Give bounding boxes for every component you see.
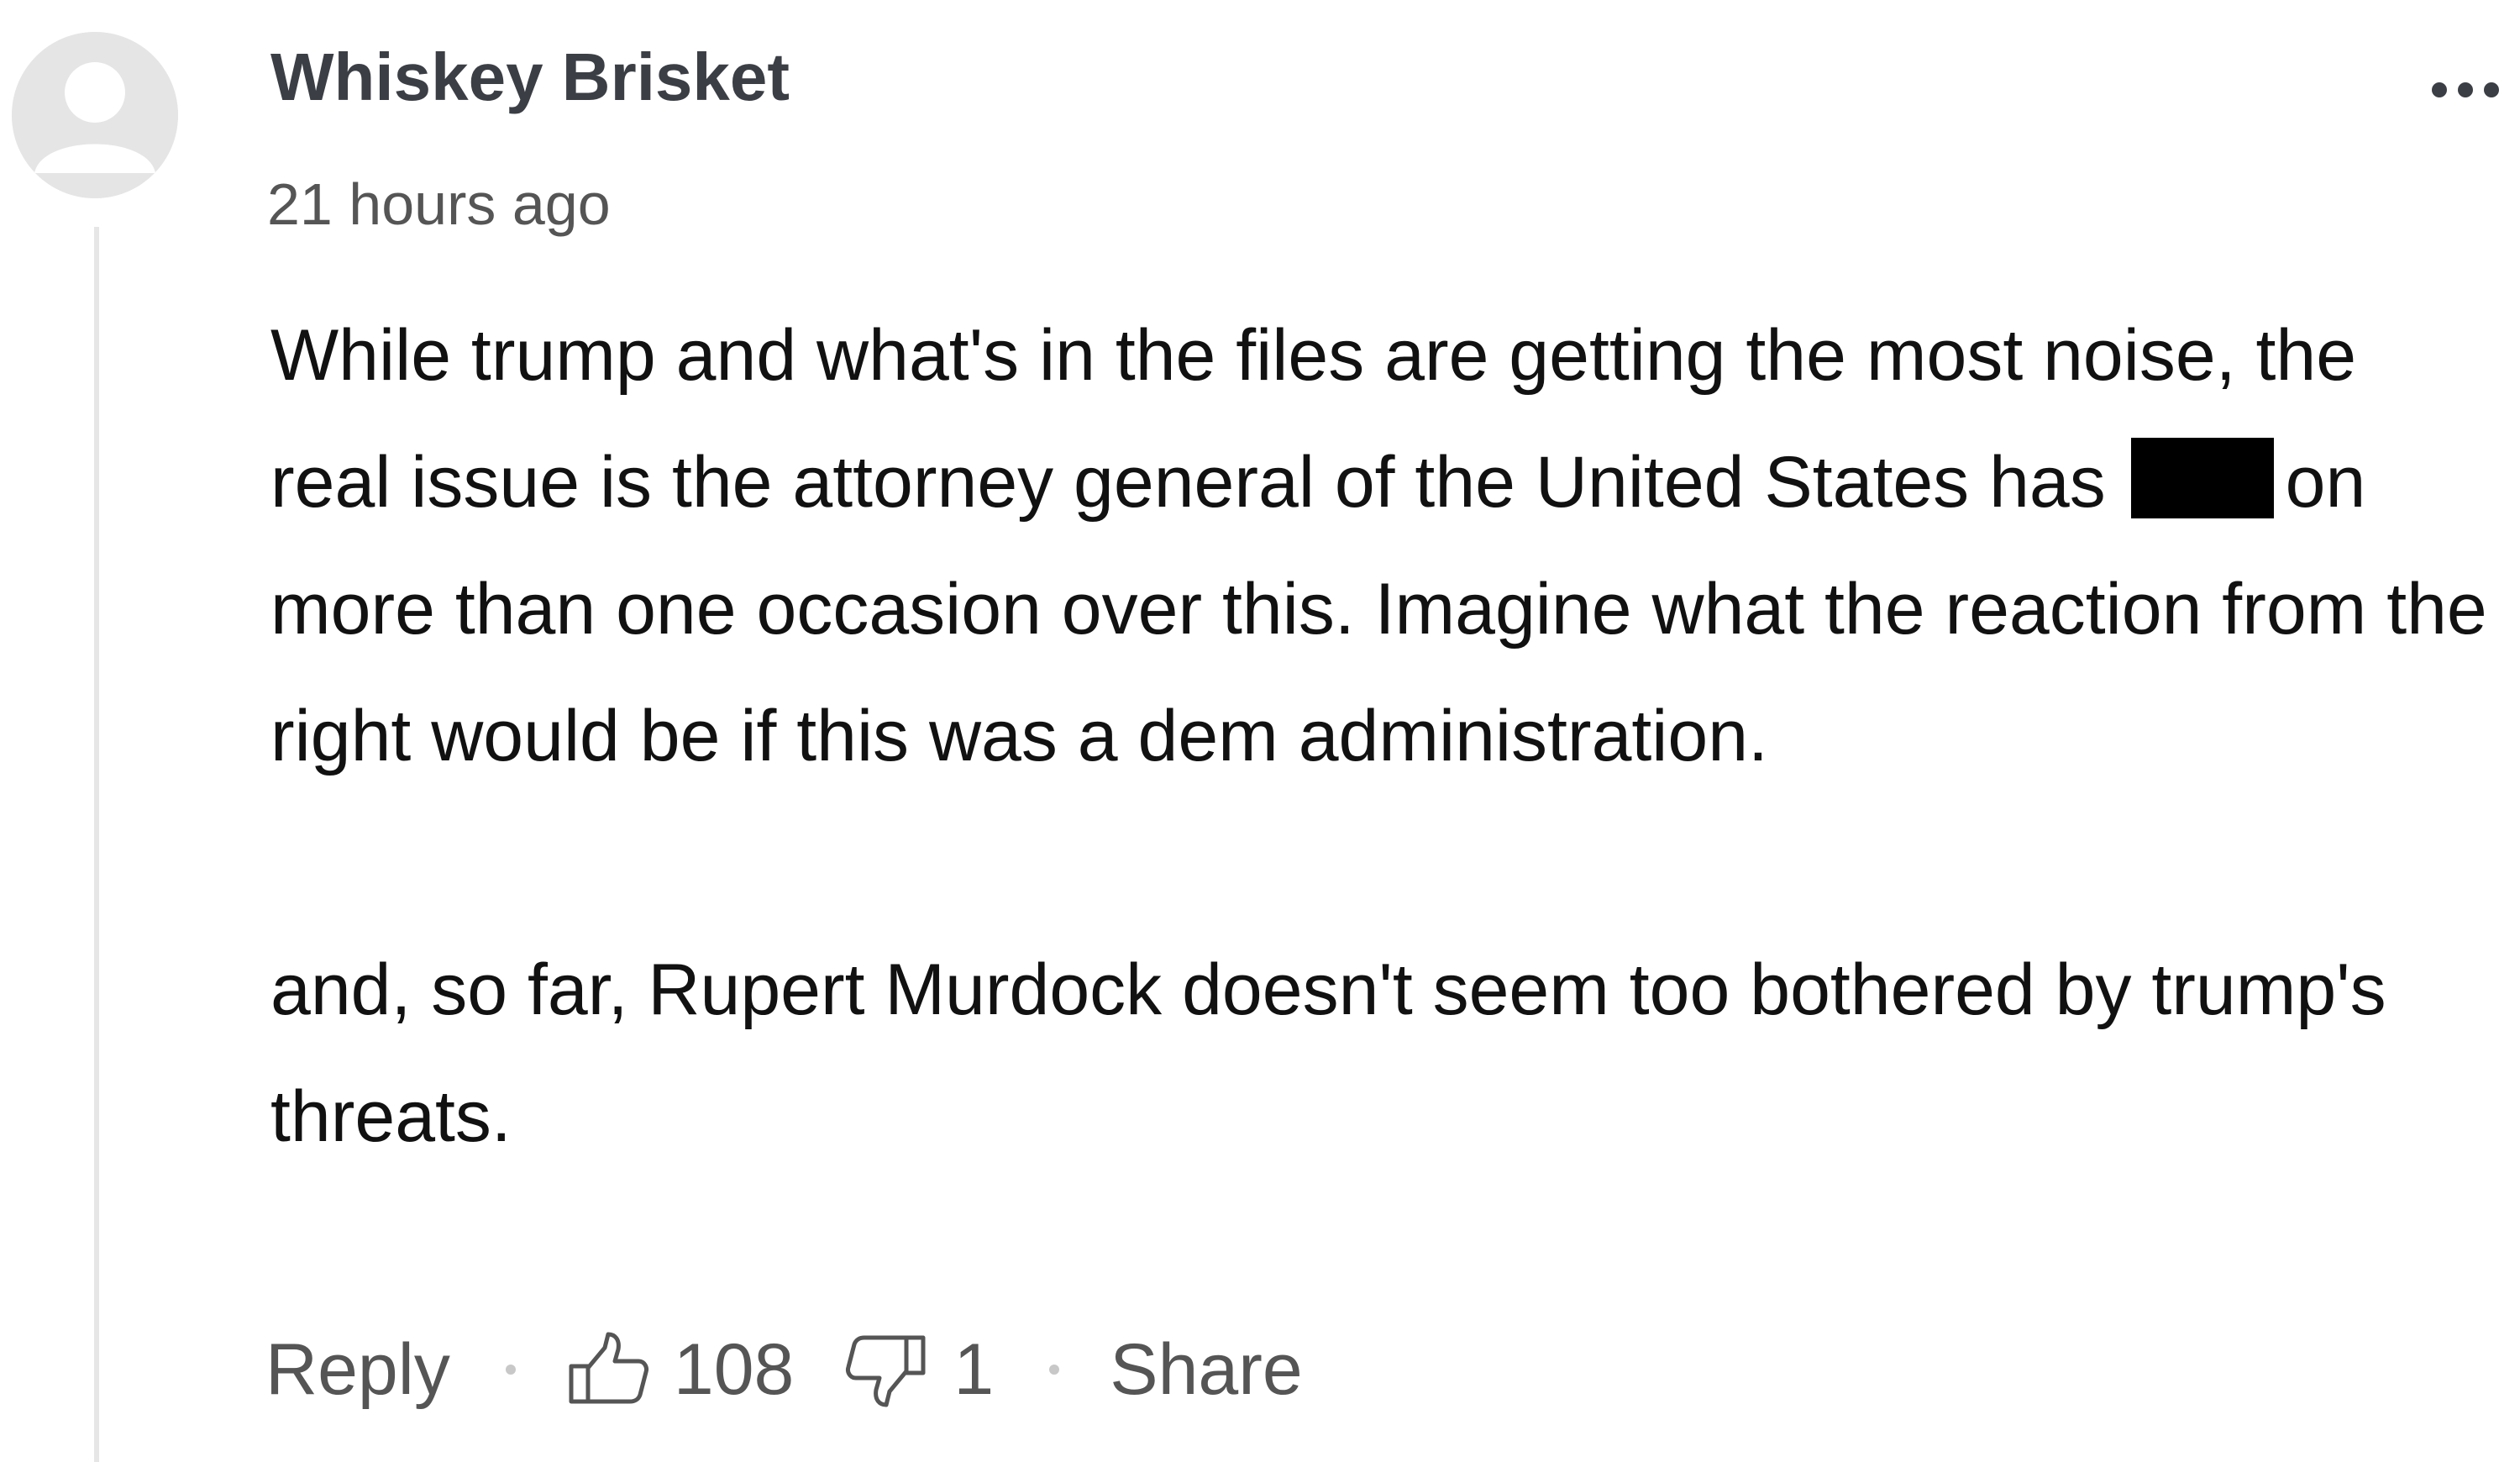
more-options-icon: [2432, 82, 2499, 97]
comment-actions: Reply 108 1 Share: [265, 1328, 1303, 1412]
separator-dot: [1049, 1365, 1060, 1375]
more-options-button[interactable]: [2428, 69, 2503, 111]
comment: Whiskey Brisket 21 hours ago While trump…: [0, 0, 2520, 1462]
downvote-button[interactable]: 1: [844, 1328, 994, 1412]
separator-dot: [505, 1365, 516, 1375]
thumbs-up-icon: [569, 1332, 648, 1404]
comment-text-before-redaction: While trump and what's in the files are …: [270, 315, 2357, 523]
user-avatar-icon: [12, 32, 178, 198]
share-button[interactable]: Share: [1110, 1333, 1303, 1406]
reply-button[interactable]: Reply: [265, 1333, 450, 1406]
comment-author[interactable]: Whiskey Brisket: [270, 44, 790, 111]
thumbs-down-icon: [846, 1335, 926, 1407]
avatar[interactable]: [12, 32, 178, 198]
upvote-button[interactable]: 108: [566, 1328, 795, 1412]
thread-line: [94, 227, 99, 1462]
redaction-block: [2130, 438, 2274, 518]
upvote-count: 108: [673, 1329, 795, 1410]
comment-body: While trump and what's in the files are …: [270, 292, 2488, 1181]
downvote-count: 1: [953, 1329, 995, 1410]
comment-paragraph: and, so far, Rupert Murdock doesn't seem…: [270, 949, 2386, 1157]
comment-paragraph: While trump and what's in the files are …: [270, 292, 2488, 800]
comment-timestamp: 21 hours ago: [267, 171, 611, 237]
